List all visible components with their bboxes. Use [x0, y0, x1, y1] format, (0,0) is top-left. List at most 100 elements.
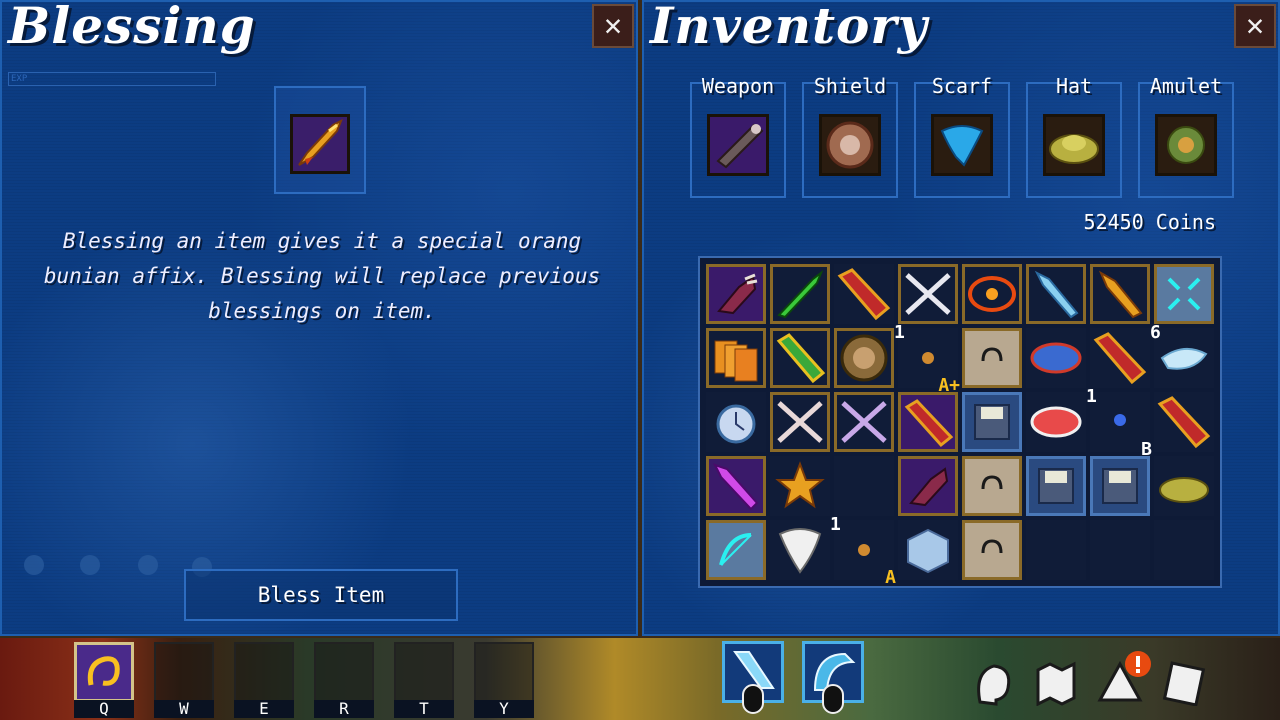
inventory-slot[interactable] [706, 456, 766, 516]
equip-slot-shield[interactable]: Shield [802, 74, 898, 198]
inventory-slot[interactable] [834, 328, 894, 388]
golden-sword-icon [298, 118, 343, 166]
inventory-title: Inventory [650, 0, 928, 55]
inventory-slot[interactable] [706, 520, 766, 580]
equip-slot-weapon[interactable]: Weapon [690, 74, 786, 198]
equip-box [1043, 114, 1105, 176]
green-scroll-icon [776, 333, 826, 384]
cards-icon [714, 340, 758, 382]
dragon-icon [87, 656, 120, 686]
inventory-slot[interactable] [1154, 264, 1214, 324]
inventory-grid: 1 A+ 6 1 B 1 A [698, 256, 1222, 588]
inventory-slot[interactable] [706, 392, 766, 452]
inventory-slot[interactable] [770, 520, 830, 580]
hat-icon [1049, 134, 1099, 164]
bless-item-button[interactable]: Bless Item [184, 569, 458, 621]
inventory-slot[interactable] [1026, 264, 1086, 324]
equip-slot-amulet[interactable]: Amulet [1138, 74, 1234, 198]
inventory-slot[interactable] [770, 456, 830, 516]
skill-slot-e[interactable] [234, 642, 294, 702]
inventory-slot[interactable] [770, 264, 830, 324]
inventory-slot[interactable] [706, 264, 766, 324]
inventory-slot[interactable] [770, 328, 830, 388]
amulet-icon [1167, 126, 1205, 164]
red-scroll-icon [837, 268, 891, 321]
hotkey-label: R [314, 700, 374, 718]
skill-slot-r[interactable] [314, 642, 374, 702]
inventory-slot[interactable] [706, 328, 766, 388]
hotkey-label: Q [74, 700, 134, 718]
inventory-slot[interactable] [834, 392, 894, 452]
inventory-slot[interactable] [962, 328, 1022, 388]
gauntlet-icon [717, 273, 758, 315]
map-icon[interactable] [1032, 658, 1080, 706]
club-weapon-icon [716, 123, 764, 169]
hotkey-label: E [234, 700, 294, 718]
skill-slot-t[interactable] [394, 642, 454, 702]
ice-dagger-icon [1034, 270, 1079, 319]
inventory-slot[interactable] [962, 392, 1022, 452]
crystal-disc-icon [1030, 342, 1082, 374]
equip-label-scarf: Scarf [931, 74, 993, 98]
inventory-slot[interactable] [834, 264, 894, 324]
equip-box [707, 114, 769, 176]
close-icon: ✕ [603, 8, 623, 43]
crossed-blades-icon [777, 401, 823, 443]
faded-stats-icon [24, 555, 212, 577]
hotkey-label: W [154, 700, 214, 718]
inventory-slot[interactable] [1154, 520, 1214, 580]
inventory-slot[interactable] [898, 520, 958, 580]
inventory-slot[interactable] [1026, 520, 1086, 580]
inventory-slot[interactable] [1090, 456, 1150, 516]
inventory-slot[interactable] [1026, 456, 1086, 516]
round-shield-icon [826, 121, 874, 169]
skill-slot-q[interactable] [74, 642, 134, 702]
hotkey-label: Y [474, 700, 534, 718]
stack-count: 1 [894, 322, 905, 343]
bless-item-slot-inner [290, 114, 350, 174]
inventory-slot[interactable]: 1 A [830, 514, 896, 588]
journal-icon[interactable] [1160, 658, 1208, 706]
inventory-slot[interactable]: 1 B [1086, 386, 1152, 460]
save-disk-icon [1102, 468, 1138, 504]
red-scroll-icon [904, 399, 954, 448]
inventory-slot[interactable] [1154, 456, 1214, 516]
blessing-description: Blessing an item gives it a special oran… [43, 229, 601, 323]
inventory-slot[interactable] [1090, 264, 1150, 324]
equip-label-amulet: Amulet [1149, 74, 1223, 98]
equip-label-weapon: Weapon [701, 74, 775, 98]
exp-bar: EXP [8, 72, 216, 86]
bless-item-slot[interactable] [274, 86, 366, 194]
inventory-slot[interactable] [962, 520, 1022, 580]
inventory-slot[interactable] [1090, 520, 1150, 580]
skill-slot-w[interactable] [154, 642, 214, 702]
inventory-slot[interactable] [962, 456, 1022, 516]
equip-slot-scarf[interactable]: Scarf [914, 74, 1010, 198]
equip-box [931, 114, 993, 176]
inventory-slot[interactable] [898, 456, 958, 516]
character-head-icon[interactable] [968, 658, 1016, 706]
close-inventory-button[interactable]: ✕ [1234, 4, 1276, 48]
equip-label-shield: Shield [813, 74, 887, 98]
grade-badge: A [885, 567, 896, 588]
mask-shield-icon [840, 334, 888, 382]
inventory-slot[interactable]: 6 [1150, 322, 1214, 388]
close-blessing-button[interactable]: ✕ [592, 4, 634, 48]
coins-counter: 52450 Coins [1083, 210, 1216, 234]
equip-slot-hat[interactable]: Hat [1026, 74, 1122, 198]
inventory-slot[interactable]: 1 A+ [894, 322, 960, 396]
inventory-slot[interactable] [1026, 392, 1086, 452]
inventory-slot[interactable] [1090, 328, 1150, 388]
inventory-slot[interactable] [1026, 328, 1086, 388]
inventory-slot[interactable] [834, 456, 894, 516]
inventory-slot[interactable] [1154, 392, 1214, 452]
inventory-slot[interactable] [898, 264, 958, 324]
inventory-slot[interactable] [962, 264, 1022, 324]
skill-slot-y[interactable] [474, 642, 534, 702]
inventory-slot[interactable] [898, 392, 958, 452]
inventory-slot[interactable] [770, 392, 830, 452]
close-icon: ✕ [1245, 8, 1265, 43]
hat-icon [1159, 477, 1209, 503]
save-disk-icon [974, 404, 1010, 440]
fire-ring-icon [968, 276, 1016, 312]
